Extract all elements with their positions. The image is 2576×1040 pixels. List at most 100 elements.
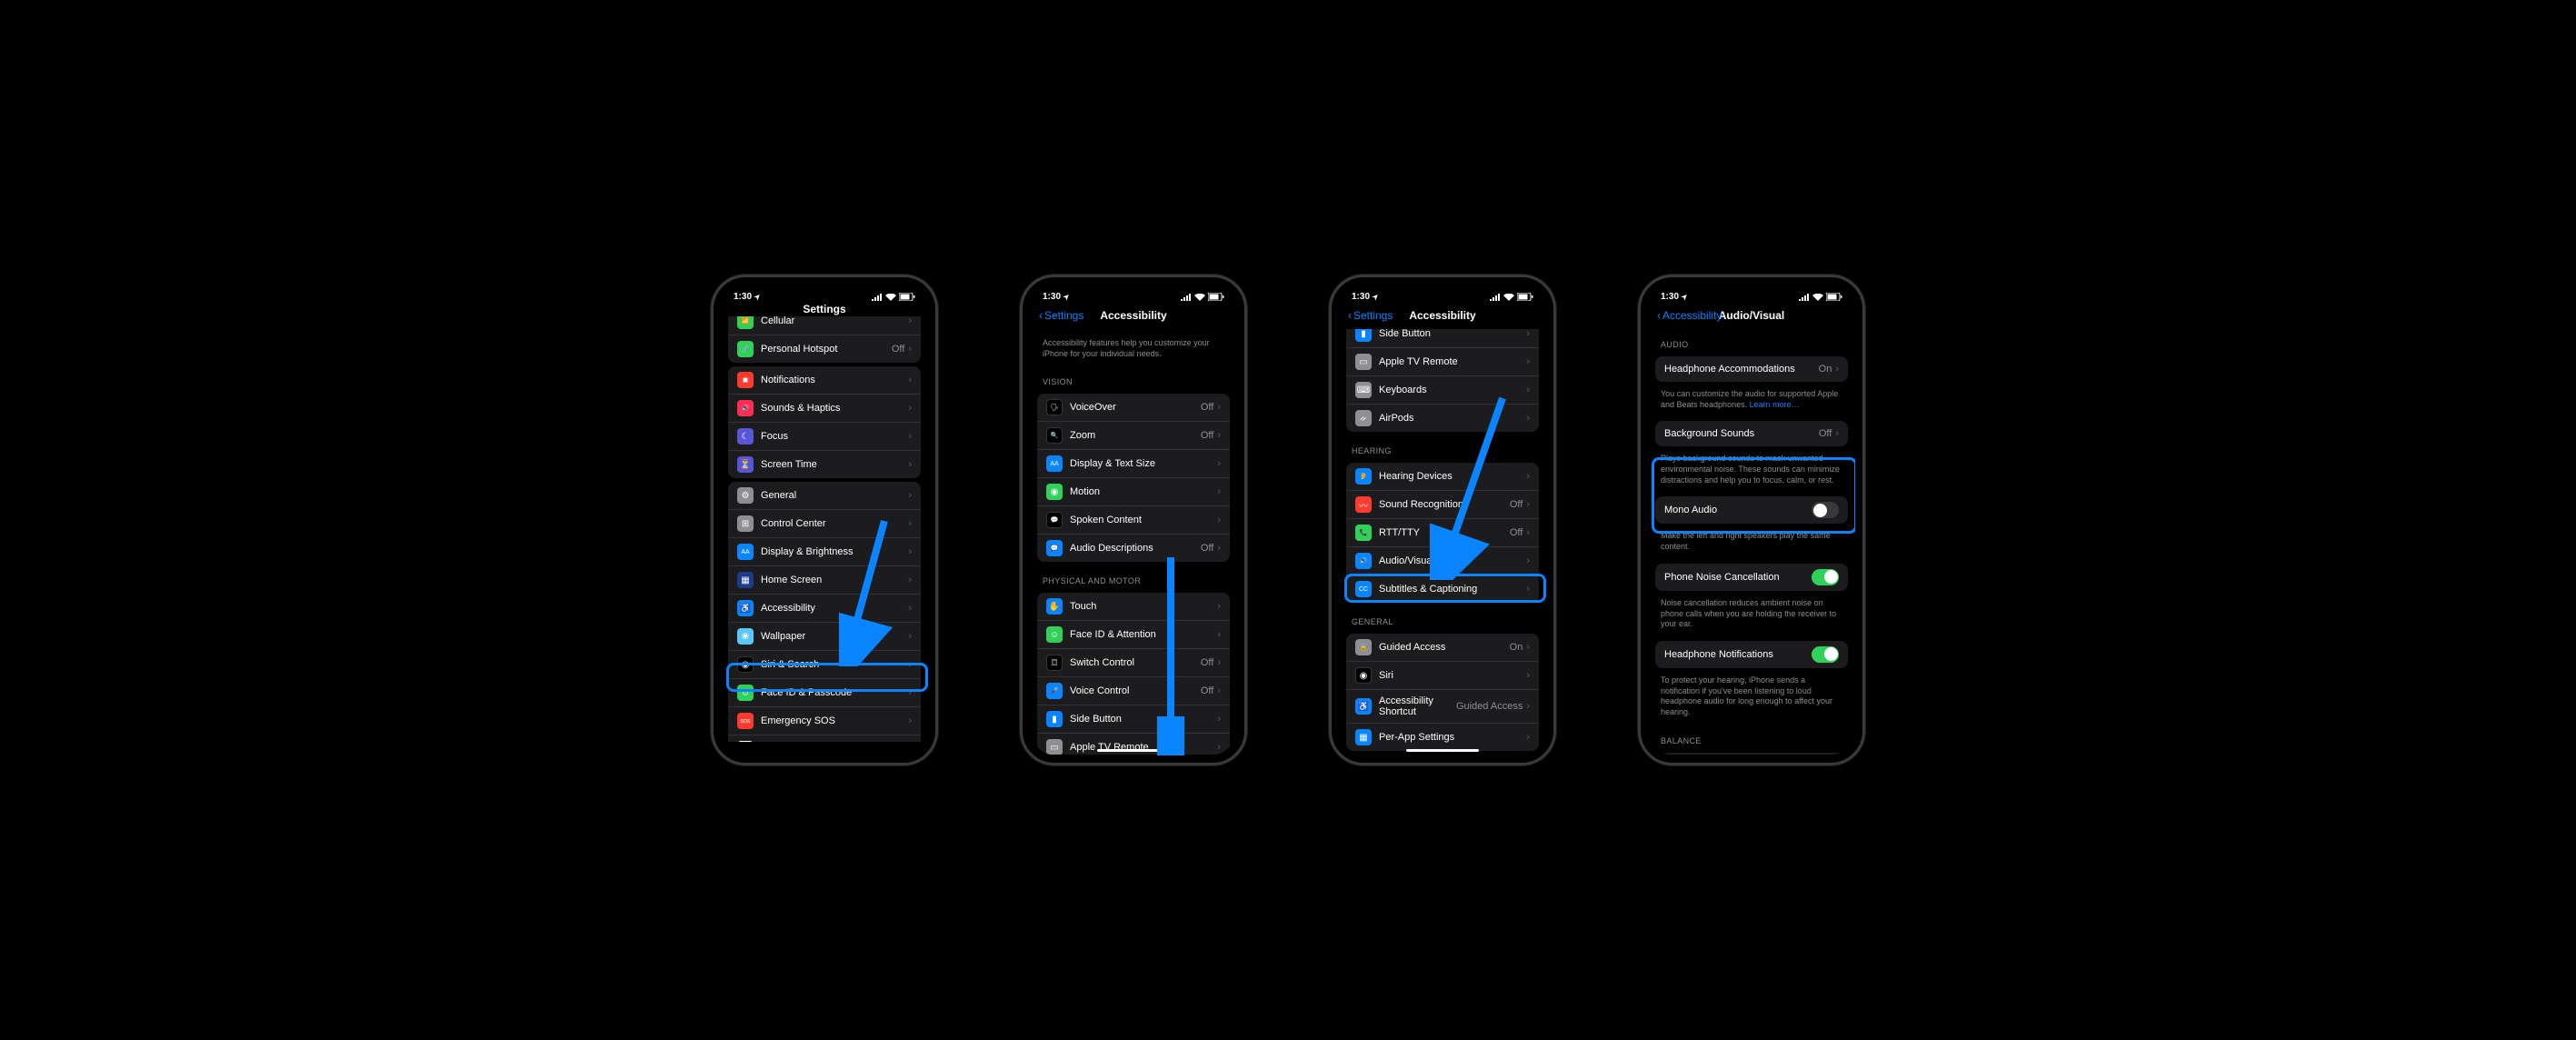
settings-row[interactable]: 💬Audio DescriptionsOff›	[1037, 535, 1230, 562]
row-label: Hearing Devices	[1379, 471, 1526, 482]
back-button[interactable]: ‹Settings	[1039, 309, 1083, 322]
back-button[interactable]: ‹Accessibility	[1657, 309, 1722, 322]
settings-row[interactable]: Headphone AccommodationsOn›	[1655, 356, 1848, 382]
settings-group: Headphone Notifications	[1655, 641, 1848, 668]
settings-row[interactable]: AADisplay & Text Size›	[1037, 450, 1230, 478]
settings-row[interactable]: 🔊Audio/Visual›	[1346, 547, 1539, 575]
chevron-right-icon: ›	[908, 687, 912, 698]
settings-row[interactable]: Headphone Notifications	[1655, 641, 1848, 668]
row-label: Headphone Notifications	[1664, 649, 1812, 660]
chevron-right-icon: ›	[908, 631, 912, 642]
settings-row[interactable]: ◉Siri›	[1346, 662, 1539, 690]
back-button[interactable]: ‹Settings	[1348, 309, 1393, 322]
chevron-right-icon: ›	[1217, 543, 1221, 554]
settings-row[interactable]: ▭Apple TV Remote›	[1346, 348, 1539, 376]
settings-row[interactable]: ☺Face ID & Attention›	[1037, 621, 1230, 649]
chevron-right-icon: ›	[908, 375, 912, 385]
settings-row[interactable]: ⚙General›	[728, 482, 921, 510]
toggle[interactable]	[1812, 646, 1839, 663]
nav-bar: Settings	[721, 304, 928, 316]
chevron-right-icon: ›	[1526, 584, 1530, 595]
chevron-right-icon: ›	[908, 659, 912, 670]
settings-row[interactable]: ✋Touch›	[1037, 593, 1230, 621]
chevron-right-icon: ›	[1526, 527, 1530, 538]
row-label: Phone Noise Cancellation	[1664, 572, 1812, 583]
learn-more-link[interactable]: Learn more…	[1750, 400, 1800, 409]
chevron-right-icon: ›	[908, 490, 912, 501]
home-indicator[interactable]	[1406, 749, 1479, 752]
settings-row[interactable]: Phone Noise Cancellation	[1655, 564, 1848, 591]
screentime-icon: ⏳	[737, 456, 754, 473]
back-label: Settings	[1353, 309, 1393, 322]
settings-row[interactable]: ▮Side Button›	[1346, 329, 1539, 348]
settings-row[interactable]: ♿AccessibilityShortcutGuided Access›	[1346, 690, 1539, 724]
settings-row[interactable]: ⌼Switch ControlOff›	[1037, 649, 1230, 677]
settings-row[interactable]: ■Notifications›	[728, 366, 921, 395]
status-icons	[872, 293, 915, 301]
row-label: Sounds & Haptics	[761, 403, 908, 414]
section-footer: Make the left and right speakers play th…	[1648, 527, 1855, 559]
toggle[interactable]	[1812, 569, 1839, 585]
settings-row[interactable]: ✱Exposure Notifications›	[728, 735, 921, 742]
sidebutton2-icon: ▮	[1355, 329, 1372, 342]
settings-row[interactable]: 🔒Guided AccessOn›	[1346, 634, 1539, 662]
settings-row[interactable]: 🔍ZoomOff›	[1037, 422, 1230, 450]
chevron-right-icon: ›	[1217, 458, 1221, 469]
row-label: AirPods	[1379, 413, 1526, 424]
settings-row[interactable]: 〰Sound RecognitionOff›	[1346, 491, 1539, 519]
settings-row[interactable]: ⊞Control Center›	[728, 510, 921, 538]
exposure-icon: ✱	[737, 741, 754, 742]
status-icons	[1490, 293, 1533, 301]
settings-row[interactable]: 🔗Personal HotspotOff›	[728, 335, 921, 363]
row-label: Screen Time	[761, 459, 908, 470]
settings-row[interactable]: 🗣VoiceOverOff›	[1037, 394, 1230, 422]
settings-row[interactable]: 📶Cellular›	[728, 316, 921, 335]
settings-row[interactable]: ⌨Keyboards›	[1346, 376, 1539, 405]
settings-row[interactable]: AADisplay & Brightness›	[728, 538, 921, 566]
settings-row[interactable]: Mono Audio	[1655, 496, 1848, 524]
location-icon	[1373, 292, 1379, 302]
settings-row[interactable]: 👂Hearing Devices›	[1346, 463, 1539, 491]
settings-row[interactable]: ☺Face ID & Passcode›	[728, 679, 921, 707]
settings-row[interactable]: 🎤Voice ControlOff›	[1037, 677, 1230, 705]
chevron-right-icon: ›	[1526, 385, 1530, 395]
chevron-right-icon: ›	[908, 459, 912, 470]
settings-row[interactable]: ♿Accessibility›	[728, 595, 921, 623]
row-label: Display & Text Size	[1070, 458, 1217, 469]
settings-row[interactable]: ▦Per-App Settings›	[1346, 724, 1539, 751]
settings-row[interactable]: ❀Wallpaper›	[728, 623, 921, 651]
cellular-icon: 📶	[737, 316, 754, 329]
settings-row[interactable]: ▦Home Screen›	[728, 566, 921, 595]
row-label: Guided Access	[1379, 642, 1510, 653]
settings-row[interactable]: ◉Motion›	[1037, 478, 1230, 506]
settings-row[interactable]: CCSubtitles & Captioning›	[1346, 575, 1539, 603]
chevron-left-icon: ‹	[1039, 309, 1043, 322]
settings-row[interactable]: 📞RTT/TTYOff›	[1346, 519, 1539, 547]
row-label: Side Button	[1379, 329, 1526, 339]
settings-row[interactable]: ⏳ Screen Time›	[728, 451, 921, 478]
chevron-right-icon: ›	[908, 715, 912, 726]
settings-row[interactable]: ᨀAirPods›	[1346, 405, 1539, 432]
home-indicator[interactable]	[1097, 749, 1170, 752]
motion-icon: ◉	[1046, 484, 1063, 500]
row-label: Focus	[761, 431, 908, 442]
appletv2-icon: ▭	[1355, 354, 1372, 370]
settings-group: 👂Hearing Devices›〰Sound RecognitionOff›📞…	[1346, 463, 1539, 603]
chevron-right-icon: ›	[1526, 732, 1530, 743]
toggle[interactable]	[1812, 502, 1839, 518]
chevron-right-icon: ›	[1526, 555, 1530, 566]
settings-row[interactable]: Background SoundsOff›	[1655, 421, 1848, 446]
faceid-icon: ☺	[737, 685, 754, 701]
settings-row[interactable]: 💬Spoken Content›	[1037, 506, 1230, 535]
settings-row[interactable]: ☾Focus›	[728, 423, 921, 451]
row-value: Off	[892, 344, 904, 355]
settings-row[interactable]: sosEmergency SOS›	[728, 707, 921, 735]
row-label: Accessibility	[1379, 695, 1456, 706]
wallpaper-icon: ❀	[737, 628, 754, 645]
settings-row[interactable]: ▮Side Button›	[1037, 705, 1230, 734]
settings-row[interactable]: ◉Siri & Search›	[728, 651, 921, 679]
settings-group: 📶Cellular›🔗Personal HotspotOff›	[728, 316, 921, 363]
balance-slider[interactable]: LR	[1655, 753, 1848, 755]
settings-group: LR	[1655, 753, 1848, 755]
settings-row[interactable]: 🔊Sounds & Haptics›	[728, 395, 921, 423]
